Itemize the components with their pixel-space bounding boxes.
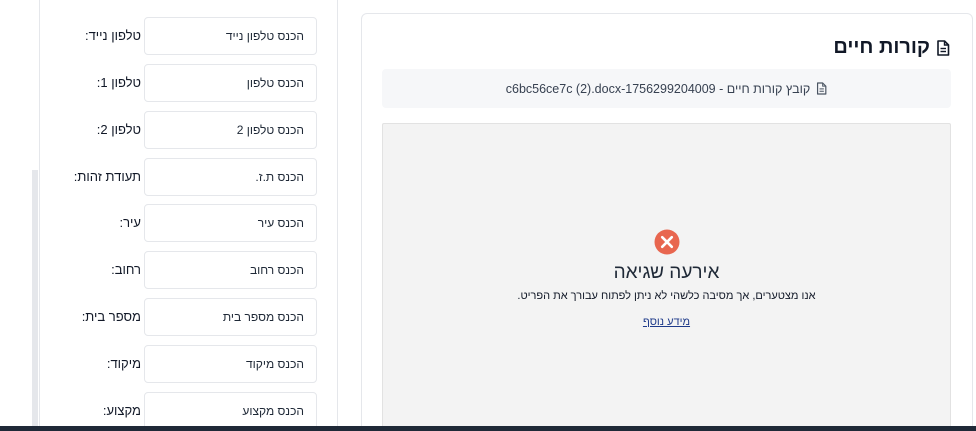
city-label: עיר: bbox=[119, 215, 142, 230]
phone-2-input[interactable] bbox=[144, 111, 317, 149]
more-info-link-wrap: מידע נוסף bbox=[383, 316, 950, 328]
profession-input[interactable] bbox=[144, 392, 317, 430]
street-input[interactable] bbox=[144, 251, 317, 289]
house-number-label: מספר בית: bbox=[81, 309, 141, 324]
form-row-id-number: תעודת זהות: bbox=[40, 158, 339, 196]
form-row-zip-code: מיקוד: bbox=[40, 345, 339, 383]
form-row-profession: מקצוע: bbox=[40, 392, 339, 430]
id-number-input[interactable] bbox=[144, 158, 317, 196]
profession-label: מקצוע: bbox=[102, 403, 141, 418]
city-input[interactable] bbox=[144, 204, 317, 242]
more-info-link[interactable]: מידע נוסף bbox=[643, 316, 690, 328]
resume-title: קורות חיים bbox=[833, 36, 930, 58]
page-scrollbar[interactable] bbox=[32, 170, 38, 431]
error-message: אנו מצטערים, אך מסיבה כלשהי לא ניתן לפתו… bbox=[517, 290, 816, 302]
document-viewer: אירעה שגיאה אנו מצטערים, אך מסיבה כלשהי … bbox=[382, 123, 951, 431]
form-row-city: עיר: bbox=[40, 204, 339, 242]
form-row-mobile-phone: טלפון נייד: bbox=[40, 17, 339, 55]
house-number-input[interactable] bbox=[144, 298, 317, 336]
zip-code-label: מיקוד: bbox=[106, 356, 141, 371]
mobile-phone-label: טלפון נייד: bbox=[84, 28, 141, 43]
resume-file-bar[interactable]: קובץ קורות חיים - c6bc56ce7c (2).docx-17… bbox=[382, 69, 951, 108]
mobile-phone-input[interactable] bbox=[144, 17, 317, 55]
error-x-circle-icon bbox=[654, 229, 680, 255]
bottom-bar bbox=[0, 426, 976, 431]
form-row-phone-2: טלפון 2: bbox=[40, 111, 339, 149]
document-icon bbox=[937, 39, 950, 56]
phone-2-label: טלפון 2: bbox=[96, 122, 141, 137]
error-title: אירעה שגיאה bbox=[613, 262, 720, 283]
street-label: רחוב: bbox=[111, 262, 141, 277]
phone-1-input[interactable] bbox=[144, 64, 317, 102]
phone-1-label: טלפון 1: bbox=[96, 75, 141, 90]
file-document-icon bbox=[817, 82, 827, 95]
form-row-street: רחוב: bbox=[40, 251, 339, 289]
form-row-house-number: מספר בית: bbox=[40, 298, 339, 336]
contact-form-panel: טלפון נייד: טלפון 1: טלפון 2: תעודת זהות… bbox=[39, 0, 338, 431]
zip-code-input[interactable] bbox=[144, 345, 317, 383]
resume-header: קורות חיים bbox=[833, 36, 950, 59]
resume-card: קורות חיים קובץ קורות חיים - c6bc56ce7c … bbox=[361, 13, 973, 431]
resume-file-name[interactable]: קובץ קורות חיים - c6bc56ce7c (2).docx-17… bbox=[506, 82, 810, 96]
form-row-phone-1: טלפון 1: bbox=[40, 64, 339, 102]
id-number-label: תעודת זהות: bbox=[73, 169, 141, 184]
